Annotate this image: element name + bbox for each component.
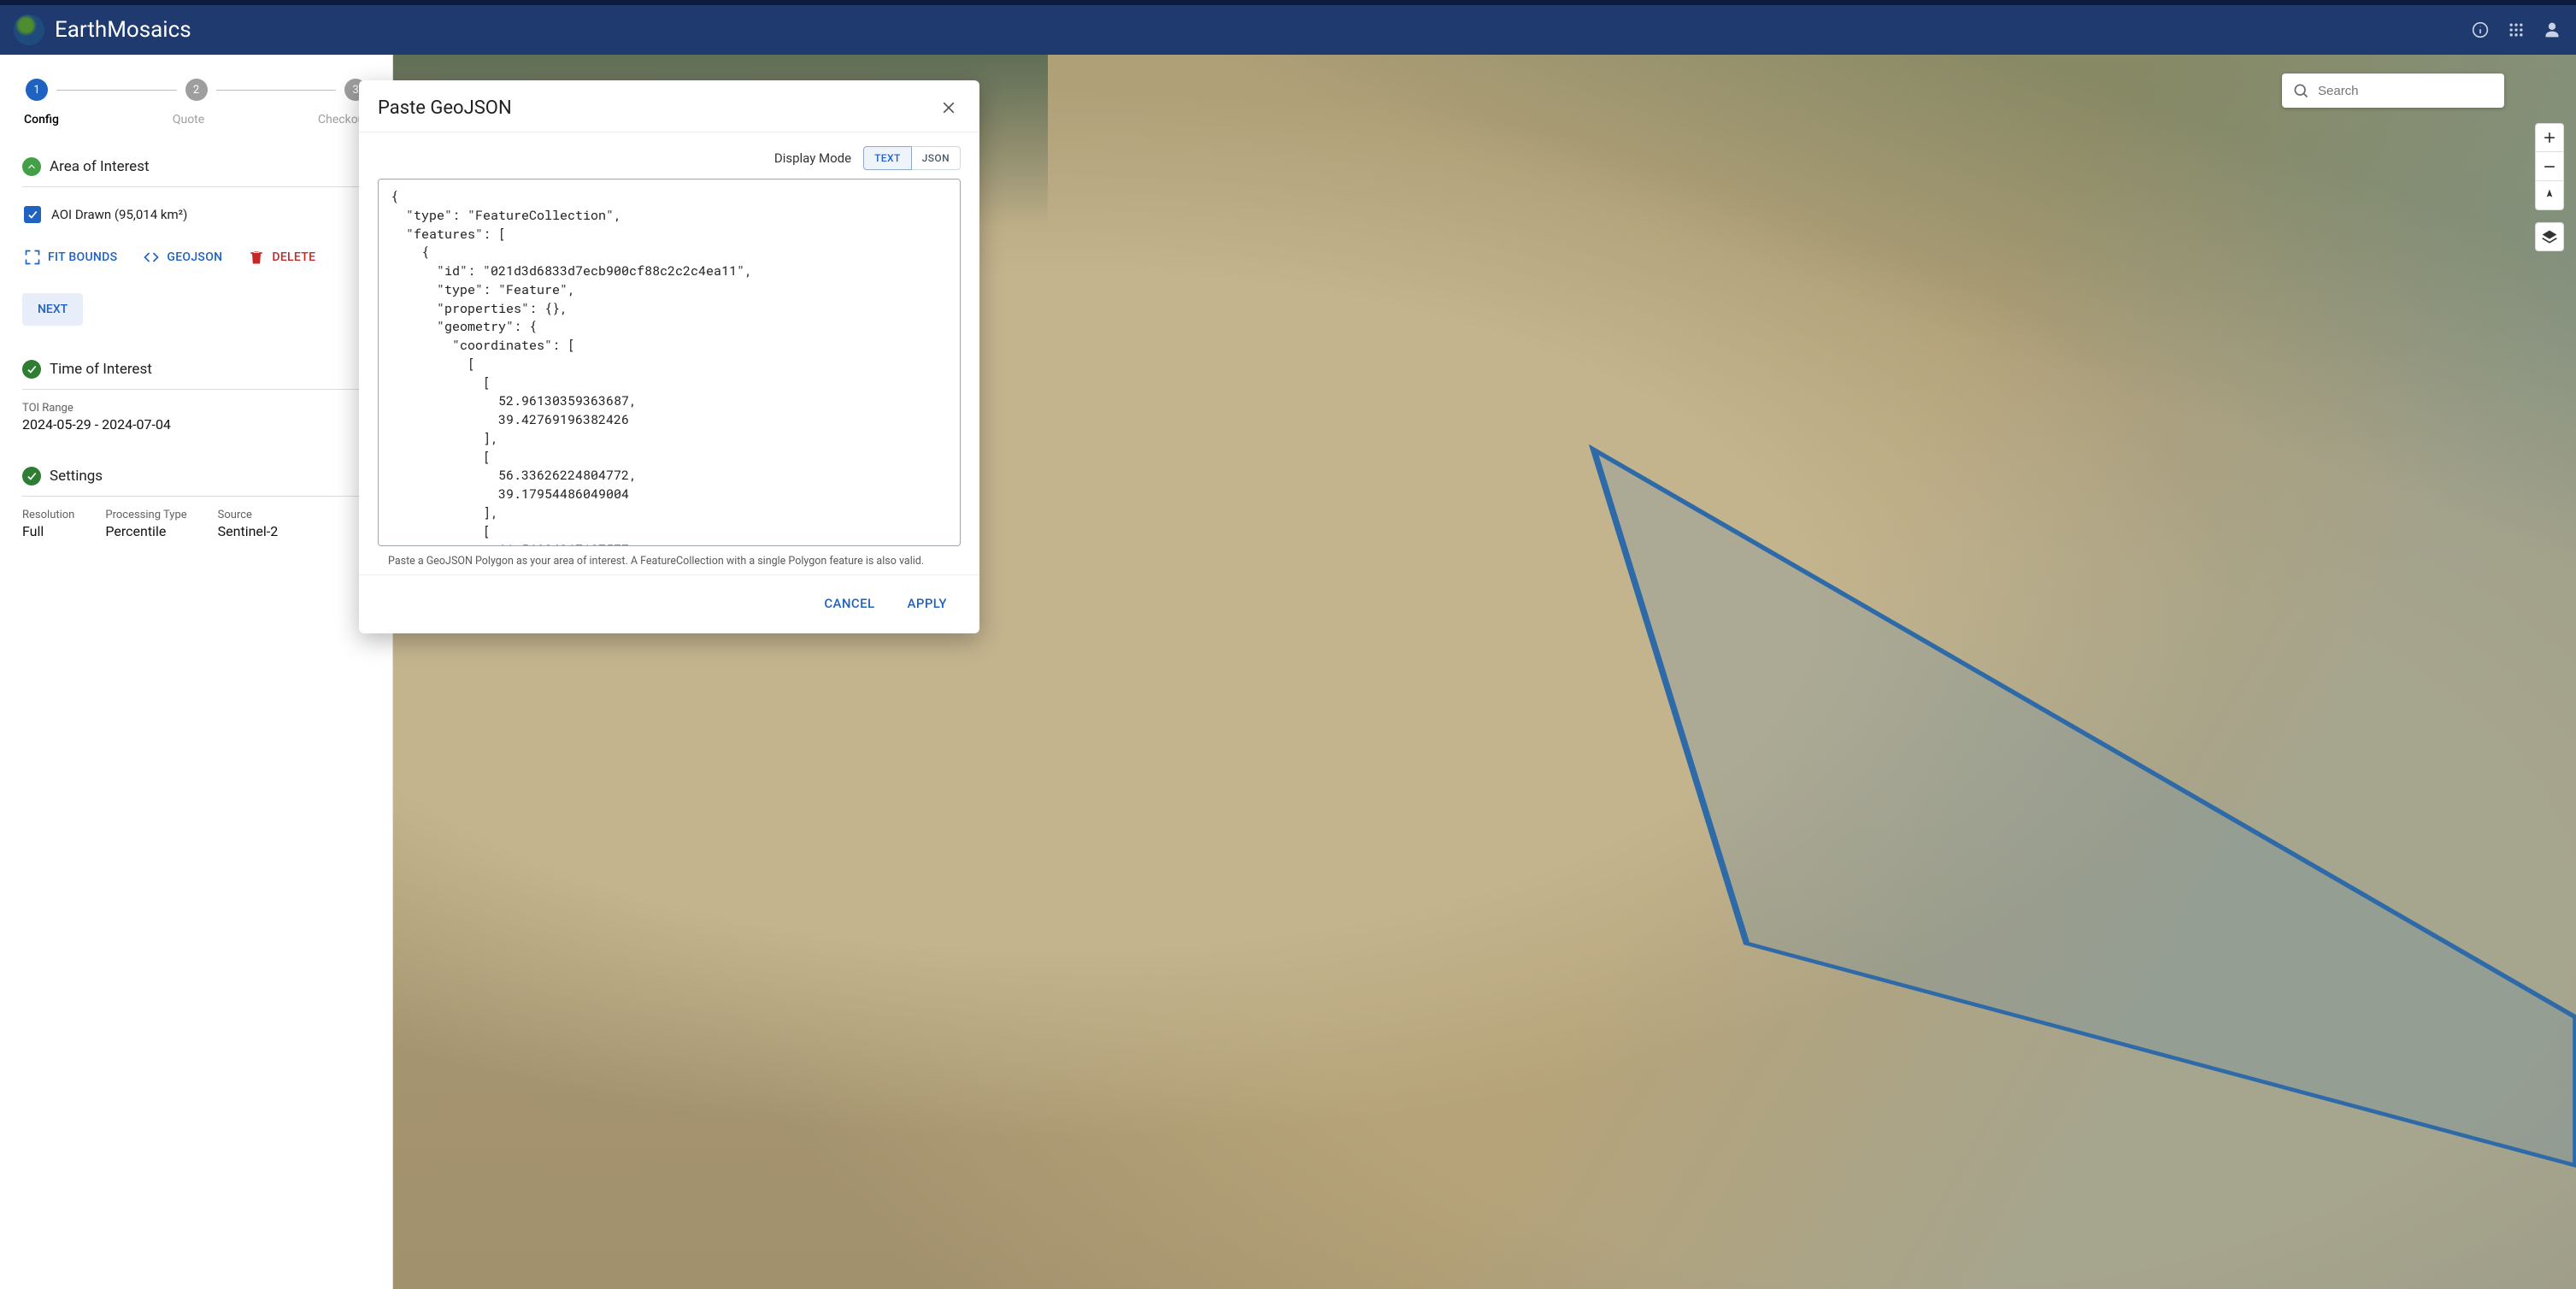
modal-scrim: Paste GeoJSON Display Mode TEXT JSON Pas…: [0, 0, 2576, 1289]
display-mode-toggle: TEXT JSON: [863, 146, 961, 170]
display-mode-label: Display Mode: [774, 150, 851, 166]
close-icon[interactable]: [937, 96, 961, 120]
modal-title: Paste GeoJSON: [378, 97, 512, 119]
cancel-button[interactable]: CANCEL: [817, 591, 881, 616]
mode-text-button[interactable]: TEXT: [863, 146, 912, 170]
modal-header: Paste GeoJSON: [359, 80, 979, 132]
geojson-textarea[interactable]: [378, 179, 961, 546]
display-mode-row: Display Mode TEXT JSON: [378, 146, 961, 170]
apply-button[interactable]: APPLY: [901, 591, 955, 616]
modal-body: Display Mode TEXT JSON Paste a GeoJSON P…: [359, 132, 979, 574]
geojson-modal: Paste GeoJSON Display Mode TEXT JSON Pas…: [359, 80, 979, 633]
modal-footer: CANCEL APPLY: [359, 574, 979, 633]
geojson-helper: Paste a GeoJSON Polygon as your area of …: [378, 550, 961, 569]
mode-json-button[interactable]: JSON: [912, 146, 961, 170]
